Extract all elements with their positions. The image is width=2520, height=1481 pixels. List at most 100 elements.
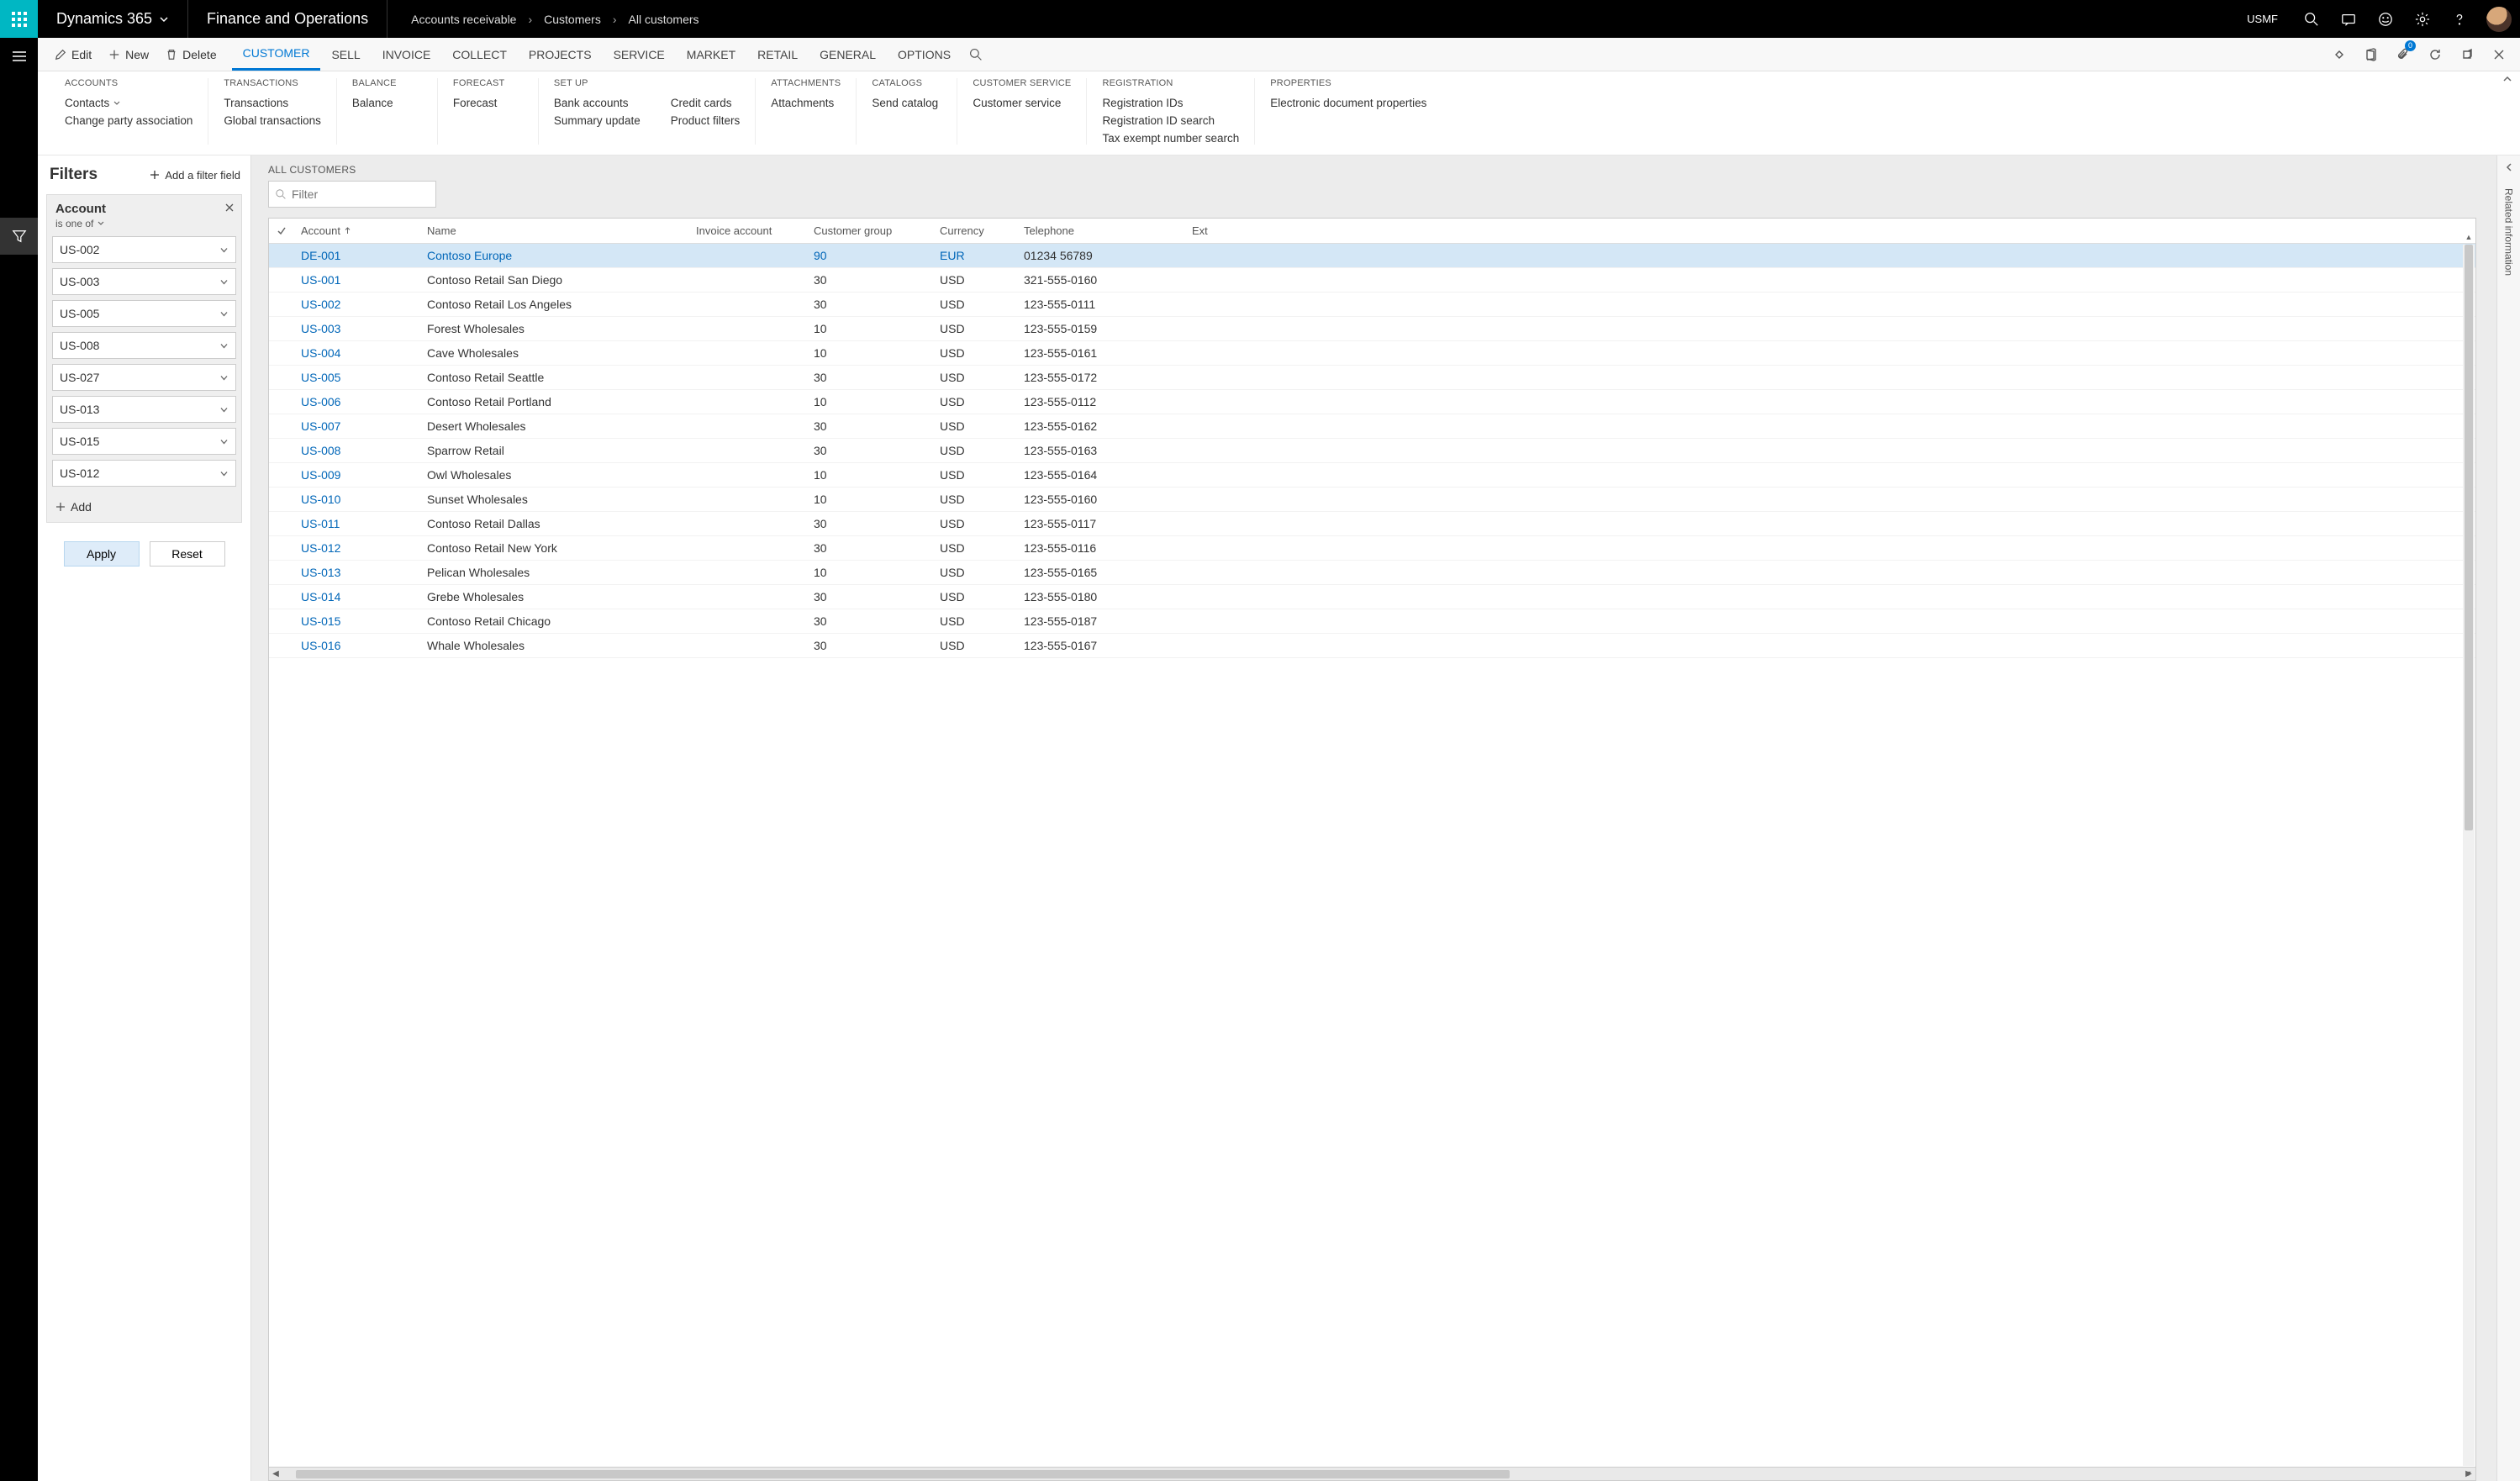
breadcrumb-item[interactable]: Customers <box>544 13 601 26</box>
table-row[interactable]: US-015Contoso Retail Chicago30USD123-555… <box>269 609 2475 634</box>
filter-value-select[interactable]: US-015 <box>52 428 236 455</box>
refresh-button[interactable] <box>2421 38 2449 71</box>
cell-currency[interactable]: USD <box>933 322 1017 335</box>
filter-value-select[interactable]: US-012 <box>52 460 236 487</box>
column-header-name[interactable]: Name <box>420 224 689 237</box>
cell-account[interactable]: US-001 <box>294 273 420 287</box>
settings-button[interactable] <box>2404 0 2441 38</box>
cell-account[interactable]: US-014 <box>294 590 420 603</box>
scroll-down-arrow[interactable]: ▼ <box>2463 1469 2475 1478</box>
attachments-button[interactable]: 0 <box>2389 38 2417 71</box>
ribbon-link[interactable]: Forecast <box>453 97 498 109</box>
table-row[interactable]: US-011Contoso Retail Dallas30USD123-555-… <box>269 512 2475 536</box>
cell-customer-group[interactable]: 30 <box>807 541 933 555</box>
cell-name[interactable]: Owl Wholesales <box>420 468 689 482</box>
cell-customer-group[interactable]: 10 <box>807 566 933 579</box>
table-row[interactable]: US-001Contoso Retail San Diego30USD321-5… <box>269 268 2475 293</box>
user-avatar[interactable] <box>2486 7 2512 32</box>
table-body[interactable]: DE-001Contoso Europe90EUR01234 56789US-0… <box>269 244 2475 1467</box>
office-button[interactable] <box>2357 38 2386 71</box>
ribbon-link[interactable]: Customer service <box>973 97 1061 109</box>
cell-customer-group[interactable]: 30 <box>807 590 933 603</box>
action-tab-collect[interactable]: COLLECT <box>441 38 518 71</box>
cell-name[interactable]: Contoso Europe <box>420 249 689 262</box>
cell-currency[interactable]: USD <box>933 614 1017 628</box>
cell-name[interactable]: Contoso Retail Seattle <box>420 371 689 384</box>
legal-entity-label[interactable]: USMF <box>2232 13 2293 25</box>
cell-name[interactable]: Contoso Retail Dallas <box>420 517 689 530</box>
cell-customer-group[interactable]: 10 <box>807 346 933 360</box>
cell-account[interactable]: US-006 <box>294 395 420 408</box>
table-row[interactable]: US-012Contoso Retail New York30USD123-55… <box>269 536 2475 561</box>
action-tab-sell[interactable]: SELL <box>320 38 371 71</box>
cell-customer-group[interactable]: 30 <box>807 273 933 287</box>
cell-currency[interactable]: USD <box>933 395 1017 408</box>
cell-account[interactable]: US-011 <box>294 517 420 530</box>
search-button[interactable] <box>2293 0 2330 38</box>
table-row[interactable]: US-013Pelican Wholesales10USD123-555-016… <box>269 561 2475 585</box>
action-tab-market[interactable]: MARKET <box>676 38 746 71</box>
cell-customer-group[interactable]: 30 <box>807 419 933 433</box>
cell-name[interactable]: Sparrow Retail <box>420 444 689 457</box>
ribbon-link[interactable]: Balance <box>352 97 393 109</box>
cell-customer-group[interactable]: 30 <box>807 444 933 457</box>
cell-customer-group[interactable]: 30 <box>807 371 933 384</box>
cell-account[interactable]: US-003 <box>294 322 420 335</box>
cell-currency[interactable]: USD <box>933 298 1017 311</box>
apply-filters-button[interactable]: Apply <box>64 541 140 567</box>
column-header-customer-group[interactable]: Customer group <box>807 224 933 237</box>
cell-name[interactable]: Contoso Retail Portland <box>420 395 689 408</box>
cell-name[interactable]: Grebe Wholesales <box>420 590 689 603</box>
vertical-scrollbar[interactable]: ▲ ▼ <box>2463 245 2475 1466</box>
cell-customer-group[interactable]: 10 <box>807 468 933 482</box>
brand-menu[interactable]: Dynamics 365 <box>38 0 188 38</box>
filter-rail-button[interactable] <box>0 218 38 255</box>
cell-account[interactable]: US-010 <box>294 493 420 506</box>
table-row[interactable]: US-003Forest Wholesales10USD123-555-0159 <box>269 317 2475 341</box>
table-row[interactable]: US-014Grebe Wholesales30USD123-555-0180 <box>269 585 2475 609</box>
action-tab-options[interactable]: OPTIONS <box>887 38 962 71</box>
cell-currency[interactable]: USD <box>933 468 1017 482</box>
edit-button[interactable]: Edit <box>46 38 100 71</box>
ribbon-link[interactable]: Product filters <box>671 114 741 127</box>
vertical-scroll-thumb[interactable] <box>2465 245 2473 830</box>
cell-customer-group[interactable]: 30 <box>807 614 933 628</box>
cell-account[interactable]: US-015 <box>294 614 420 628</box>
filter-operator-dropdown[interactable]: is one of <box>47 218 241 236</box>
cell-account[interactable]: DE-001 <box>294 249 420 262</box>
add-filter-field-button[interactable]: Add a filter field <box>150 169 240 182</box>
messages-button[interactable] <box>2330 0 2367 38</box>
cell-account[interactable]: US-002 <box>294 298 420 311</box>
ribbon-link[interactable]: Summary update <box>554 114 641 127</box>
cell-name[interactable]: Cave Wholesales <box>420 346 689 360</box>
horizontal-scrollbar[interactable]: ◀ ▶ <box>269 1467 2475 1480</box>
table-row[interactable]: DE-001Contoso Europe90EUR01234 56789 <box>269 244 2475 268</box>
cell-currency[interactable]: USD <box>933 517 1017 530</box>
cell-account[interactable]: US-013 <box>294 566 420 579</box>
cell-account[interactable]: US-008 <box>294 444 420 457</box>
table-row[interactable]: US-007Desert Wholesales30USD123-555-0162 <box>269 414 2475 439</box>
cell-currency[interactable]: USD <box>933 273 1017 287</box>
action-tab-general[interactable]: GENERAL <box>809 38 887 71</box>
delete-button[interactable]: Delete <box>157 38 224 71</box>
feedback-button[interactable] <box>2367 0 2404 38</box>
remove-filter-button[interactable] <box>224 203 235 215</box>
ribbon-link[interactable]: Electronic document properties <box>1270 97 1426 109</box>
column-header-account[interactable]: Account <box>294 224 420 237</box>
cell-customer-group[interactable]: 10 <box>807 322 933 335</box>
table-row[interactable]: US-010Sunset Wholesales10USD123-555-0160 <box>269 488 2475 512</box>
cell-customer-group[interactable]: 10 <box>807 395 933 408</box>
cell-currency[interactable]: USD <box>933 371 1017 384</box>
column-header-invoice-account[interactable]: Invoice account <box>689 224 807 237</box>
popout-button[interactable] <box>2453 38 2481 71</box>
cell-currency[interactable]: USD <box>933 590 1017 603</box>
filter-value-select[interactable]: US-002 <box>52 236 236 263</box>
close-button[interactable] <box>2485 38 2513 71</box>
related-info-label[interactable]: Related information <box>2503 188 2515 276</box>
ribbon-link[interactable]: Credit cards <box>671 97 741 109</box>
cell-currency[interactable]: USD <box>933 419 1017 433</box>
ribbon-link[interactable]: Contacts <box>65 97 192 109</box>
pin-button[interactable] <box>2325 38 2354 71</box>
cell-name[interactable]: Desert Wholesales <box>420 419 689 433</box>
action-tab-customer[interactable]: CUSTOMER <box>232 38 321 71</box>
